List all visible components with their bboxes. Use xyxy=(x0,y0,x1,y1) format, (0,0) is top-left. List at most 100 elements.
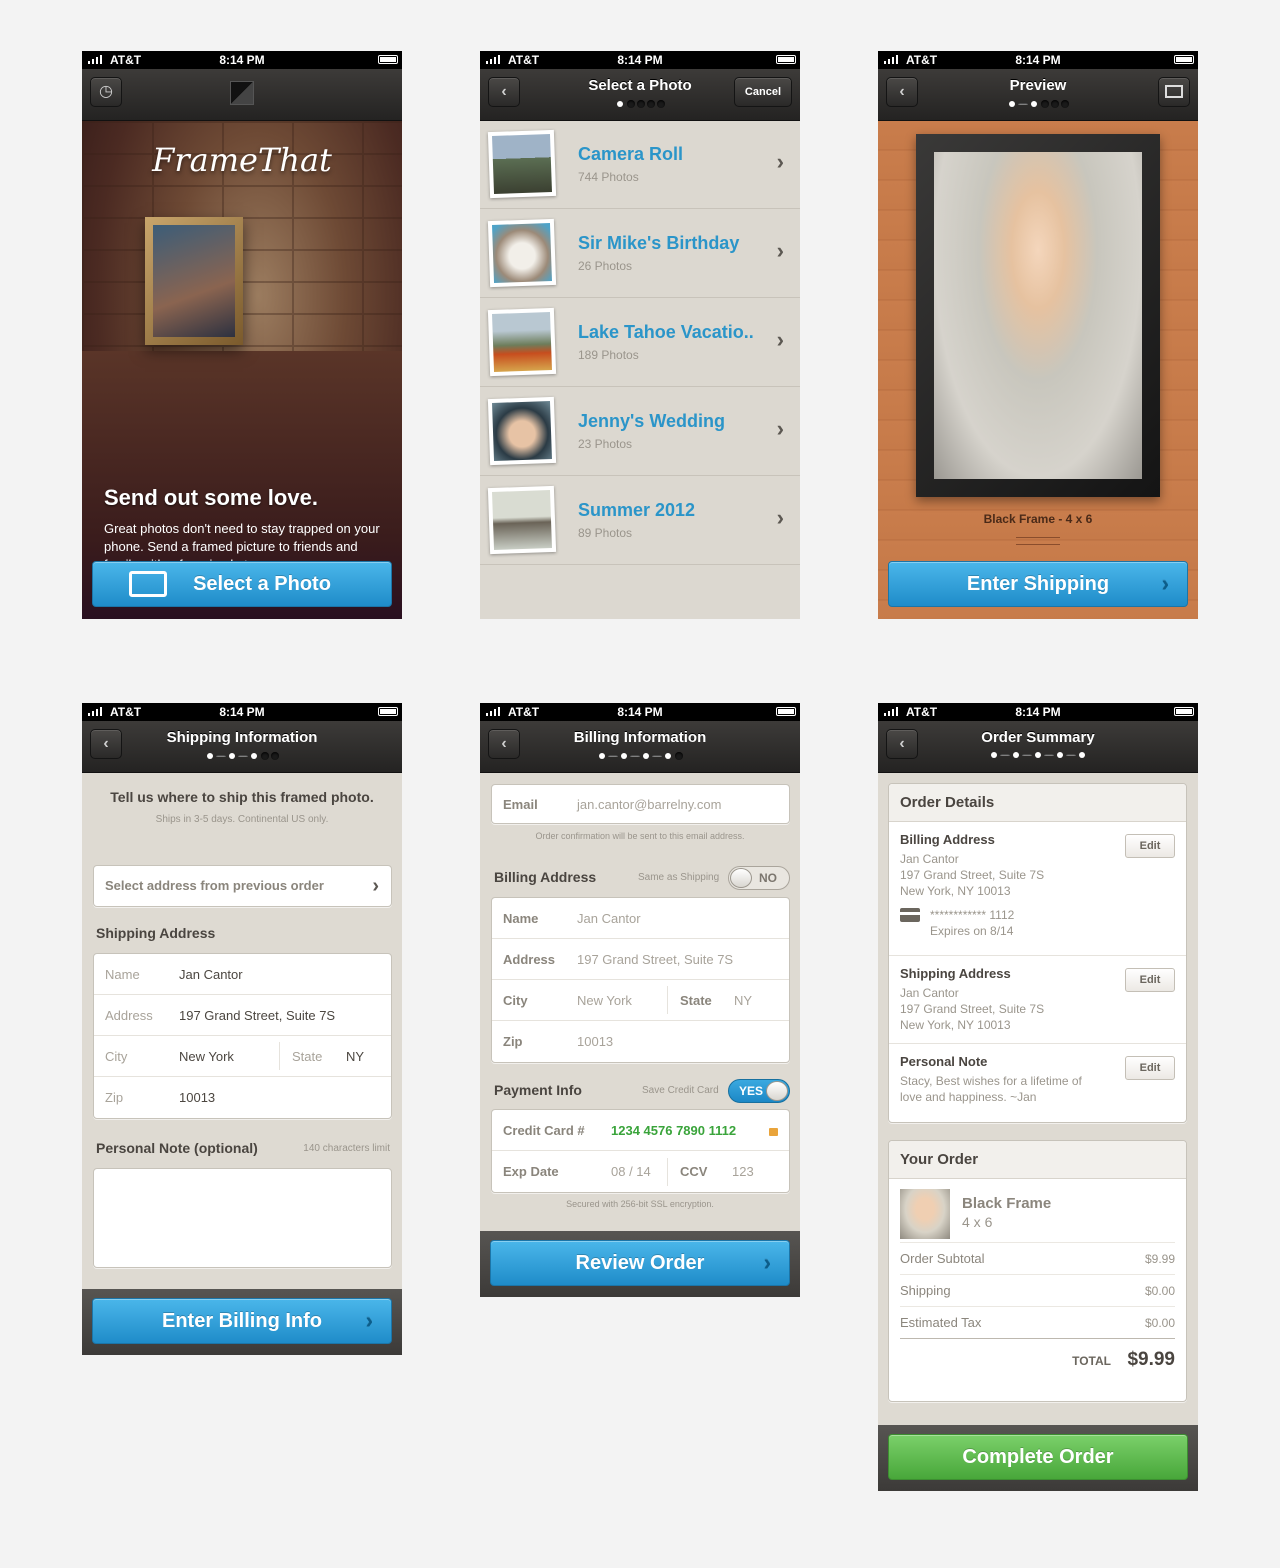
cancel-button[interactable]: Cancel xyxy=(733,77,792,107)
security-note: Secured with 256-bit SSL encryption. xyxy=(566,1199,714,1209)
preview-photo xyxy=(934,152,1142,479)
state-field[interactable]: NY xyxy=(346,1049,364,1064)
battery-icon xyxy=(1174,55,1194,64)
clock: 8:14 PM xyxy=(1015,53,1061,67)
chevron-right-icon: › xyxy=(776,238,784,263)
billing-state-field[interactable]: NY xyxy=(734,993,752,1008)
top-bar: ‹ Select a Photo Cancel xyxy=(480,69,800,121)
status-bar: AT&T 8:14 PM xyxy=(480,51,800,69)
edit-billing-button[interactable]: Edit xyxy=(1125,834,1175,858)
top-bar: ◷ xyxy=(82,69,402,121)
shipping-address-form: Name Jan Cantor Address 197 Grand Street, … xyxy=(93,953,392,1119)
progress-dots xyxy=(480,752,800,760)
billing-address-field[interactable]: 197 Grand Street, Suite 7S xyxy=(577,952,733,967)
previous-address-selector[interactable]: Select address from previous order › xyxy=(93,865,392,907)
screen-preview: AT&T 8:14 PM ‹ Preview Black Frame - 4 x… xyxy=(878,51,1198,619)
top-bar: ‹ Shipping Information xyxy=(82,721,402,773)
clock: 8:14 PM xyxy=(219,53,265,67)
same-as-shipping-toggle[interactable]: NO xyxy=(728,866,790,890)
progress-dots xyxy=(878,752,1198,758)
battery-icon xyxy=(776,707,796,716)
album-row[interactable]: Sir Mike's Birthday 26 Photos › xyxy=(480,210,800,298)
album-thumbnail xyxy=(487,218,557,288)
credit-card-icon xyxy=(900,908,920,922)
album-row[interactable]: Jenny's Wedding 23 Photos › xyxy=(480,388,800,476)
order-total: $9.99 xyxy=(1127,1349,1175,1370)
edit-shipping-button[interactable]: Edit xyxy=(1125,968,1175,992)
album-row[interactable]: Summer 2012 89 Photos › xyxy=(480,477,800,565)
grip-icon xyxy=(1016,537,1060,545)
shipping-address-heading: Shipping Address xyxy=(96,925,216,941)
chevron-right-icon: › xyxy=(365,1308,373,1333)
hero-heading: Send out some love. xyxy=(104,485,318,510)
review-order-button[interactable]: Review Order › xyxy=(490,1240,790,1286)
note-character-limit: 140 characters limit xyxy=(303,1143,390,1154)
page-title: Order Summary xyxy=(981,729,1095,746)
wood-background: Black Frame - 4 x 6 xyxy=(878,121,1198,619)
total-row: TOTAL $9.99 xyxy=(1072,1349,1175,1370)
address-field[interactable]: 197 Grand Street, Suite 7S xyxy=(179,1008,335,1023)
album-row[interactable]: Lake Tahoe Vacatio.. 189 Photos › xyxy=(480,299,800,387)
history-button[interactable]: ◷ xyxy=(90,77,122,107)
subtotal-row: Order Subtotal $9.99 xyxy=(900,1243,1175,1275)
save-card-toggle[interactable]: YES xyxy=(728,1079,790,1103)
page-title: Billing Information xyxy=(573,729,707,746)
personal-note-heading: Personal Note (optional) xyxy=(96,1140,258,1156)
email-field[interactable]: Email jan.cantor@barrelny.com xyxy=(491,784,790,824)
history-icon: ◷ xyxy=(99,83,113,100)
change-photo-button[interactable] xyxy=(1158,77,1190,107)
order-product: Black Frame 4 x 6 xyxy=(900,1179,1175,1243)
order-details-card: Order Details Billing Address Jan Cantor… xyxy=(888,783,1187,1123)
battery-icon xyxy=(378,707,398,716)
status-bar: AT&T 8:14 PM xyxy=(82,51,402,69)
shipping-summary: Shipping Address Jan Cantor 197 Grand St… xyxy=(889,956,1186,1044)
chevron-right-icon: › xyxy=(1161,571,1169,596)
chevron-right-icon: › xyxy=(776,416,784,441)
payment-form: Credit Card #1234 4576 7890 1112 Exp Dat… xyxy=(491,1109,790,1193)
top-bar: ‹ Billing Information xyxy=(480,721,800,773)
screen-billing: AT&T 8:14 PM ‹ Billing Information Email… xyxy=(480,703,800,1297)
status-bar: AT&T 8:14 PM xyxy=(82,703,402,721)
personal-note-input[interactable] xyxy=(93,1168,392,1268)
ccv-field[interactable]: 123 xyxy=(732,1164,754,1179)
screen-order-summary: AT&T 8:14 PM ‹ Order Summary Order Detai… xyxy=(878,703,1198,1491)
select-photo-button[interactable]: Select a Photo xyxy=(92,561,392,607)
edit-note-button[interactable]: Edit xyxy=(1125,1056,1175,1080)
your-order-heading: Your Order xyxy=(889,1141,1186,1179)
hero-image: FrameThat Send out some love. Great phot… xyxy=(82,121,402,619)
status-bar: AT&T 8:14 PM xyxy=(480,703,800,721)
city-field[interactable]: New York xyxy=(179,1049,234,1064)
shipping-note: Ships in 3-5 days. Continental US only. xyxy=(155,814,329,825)
billing-zip-field[interactable]: 10013 xyxy=(577,1034,613,1049)
page-title: Preview xyxy=(1009,77,1067,94)
page-title: Shipping Information xyxy=(166,729,318,746)
shipping-cost-row: Shipping $0.00 xyxy=(900,1275,1175,1307)
album-thumbnail xyxy=(487,396,557,466)
screen-shipping: AT&T 8:14 PM ‹ Shipping Information Tell… xyxy=(82,703,402,1355)
zip-field[interactable]: 10013 xyxy=(179,1090,215,1105)
enter-billing-button[interactable]: Enter Billing Info › xyxy=(92,1298,392,1344)
album-thumbnail xyxy=(487,307,557,377)
billing-address-heading: Billing Address xyxy=(494,869,597,885)
album-thumbnail xyxy=(487,129,557,199)
billing-summary: Billing Address Jan Cantor 197 Grand Str… xyxy=(889,822,1186,956)
expiration-field[interactable]: 08 / 14 xyxy=(611,1164,651,1179)
battery-icon xyxy=(776,55,796,64)
billing-city-field[interactable]: New York xyxy=(577,993,632,1008)
clock: 8:14 PM xyxy=(219,705,265,719)
name-field[interactable]: Jan Cantor xyxy=(179,967,243,982)
chevron-right-icon: › xyxy=(776,505,784,530)
enter-shipping-button[interactable]: Enter Shipping › xyxy=(888,561,1188,607)
order-details-heading: Order Details xyxy=(889,784,1186,822)
album-row[interactable]: Camera Roll 744 Photos › xyxy=(480,121,800,209)
top-bar: ‹ Order Summary xyxy=(878,721,1198,773)
credit-card-field[interactable]: 1234 4576 7890 1112 xyxy=(611,1123,736,1138)
battery-icon xyxy=(378,55,398,64)
billing-name-field[interactable]: Jan Cantor xyxy=(577,911,641,926)
screen-welcome: AT&T 8:14 PM ◷ FrameThat Send out some l… xyxy=(82,51,402,619)
save-card-label: Save Credit Card xyxy=(642,1085,719,1096)
your-order-card: Your Order Black Frame 4 x 6 Order Subto… xyxy=(888,1140,1187,1402)
framethat-mark-icon xyxy=(230,81,254,105)
chevron-right-icon: › xyxy=(763,1250,771,1275)
complete-order-button[interactable]: Complete Order xyxy=(888,1434,1188,1480)
